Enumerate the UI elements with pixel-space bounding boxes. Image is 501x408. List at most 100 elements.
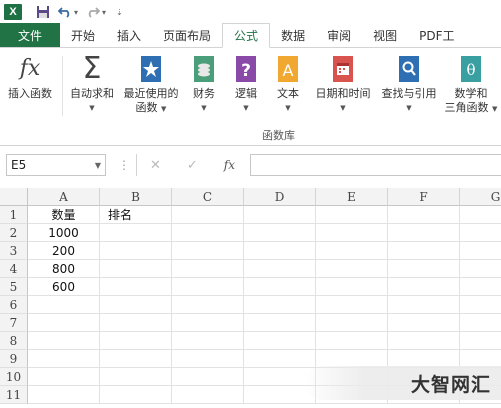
row-header-2[interactable]: 2 [0,224,28,242]
cell-d4[interactable] [244,260,316,278]
recently-used-button[interactable]: 最近使用的 函数 ▼ [120,54,182,116]
select-all-corner[interactable] [0,188,28,206]
lookup-reference-dropdown-icon[interactable]: ▼ [406,101,411,115]
cell-f7[interactable] [388,314,460,332]
cell-c6[interactable] [172,296,244,314]
cell-a5[interactable]: 600 [28,278,100,296]
text-button[interactable]: A 文本 ▼ [270,54,306,115]
cell-a4[interactable]: 800 [28,260,100,278]
cell-b10[interactable] [100,368,172,386]
cancel-icon[interactable]: ✕ [150,158,161,173]
save-button[interactable] [36,5,50,19]
cell-b6[interactable] [100,296,172,314]
cell-b3[interactable] [100,242,172,260]
column-header-b[interactable]: B [100,188,172,206]
name-box[interactable]: E5 ▼ [6,154,106,176]
tab-formulas[interactable]: 公式 [222,23,271,48]
cell-g3[interactable] [460,242,501,260]
cell-c8[interactable] [172,332,244,350]
cell-b1[interactable]: 排名 [100,206,172,224]
row-header-3[interactable]: 3 [0,242,28,260]
cell-e7[interactable] [316,314,388,332]
enter-icon[interactable]: ✓ [187,158,198,173]
tab-file[interactable]: 文件 [0,23,60,47]
cell-d1[interactable] [244,206,316,224]
cell-c4[interactable] [172,260,244,278]
column-header-a[interactable]: A [28,188,100,206]
tab-insert[interactable]: 插入 [106,23,152,47]
column-header-d[interactable]: D [244,188,316,206]
row-header-1[interactable]: 1 [0,206,28,224]
cell-c7[interactable] [172,314,244,332]
tab-review[interactable]: 审阅 [316,23,362,47]
cell-b5[interactable] [100,278,172,296]
cell-b7[interactable] [100,314,172,332]
redo-dropdown-icon[interactable]: ▾ [102,8,106,17]
cell-d6[interactable] [244,296,316,314]
cell-c2[interactable] [172,224,244,242]
cell-b11[interactable] [100,386,172,404]
cell-e2[interactable] [316,224,388,242]
cell-b8[interactable] [100,332,172,350]
cell-e4[interactable] [316,260,388,278]
cell-f3[interactable] [388,242,460,260]
cell-b9[interactable] [100,350,172,368]
row-header-6[interactable]: 6 [0,296,28,314]
autosum-dropdown-icon[interactable]: ▼ [89,101,94,115]
formula-input[interactable] [250,154,501,176]
cell-c3[interactable] [172,242,244,260]
cell-g6[interactable] [460,296,501,314]
tab-view[interactable]: 视图 [362,23,408,47]
cell-c11[interactable] [172,386,244,404]
cell-g7[interactable] [460,314,501,332]
date-time-button[interactable]: 日期和时间 ▼ [310,54,376,115]
cell-f4[interactable] [388,260,460,278]
undo-dropdown-icon[interactable]: ▾ [74,8,78,17]
tab-page-layout[interactable]: 页面布局 [152,23,222,47]
cell-f2[interactable] [388,224,460,242]
cell-a6[interactable] [28,296,100,314]
row-header-7[interactable]: 7 [0,314,28,332]
cell-g2[interactable] [460,224,501,242]
customize-qat-button[interactable]: ⇣ [114,8,123,17]
tab-home[interactable]: 开始 [60,23,106,47]
row-header-8[interactable]: 8 [0,332,28,350]
cell-g5[interactable] [460,278,501,296]
row-header-10[interactable]: 10 [0,368,28,386]
column-header-f[interactable]: F [388,188,460,206]
insert-function-icon[interactable]: fx [224,158,235,172]
cell-e1[interactable] [316,206,388,224]
cell-f5[interactable] [388,278,460,296]
formula-bar-resize-handle[interactable]: ⋮ [118,158,130,172]
cell-f1[interactable] [388,206,460,224]
cell-g1[interactable] [460,206,501,224]
name-box-dropdown-icon[interactable]: ▼ [95,161,101,170]
row-header-4[interactable]: 4 [0,260,28,278]
column-header-g[interactable]: G [460,188,501,206]
undo-button[interactable]: ▾ [58,6,78,18]
cell-c9[interactable] [172,350,244,368]
cell-e8[interactable] [316,332,388,350]
lookup-reference-button[interactable]: 查找与引用 ▼ [376,54,442,115]
row-header-11[interactable]: 11 [0,386,28,404]
cell-b4[interactable] [100,260,172,278]
cell-c5[interactable] [172,278,244,296]
cell-d7[interactable] [244,314,316,332]
cell-g8[interactable] [460,332,501,350]
cell-b2[interactable] [100,224,172,242]
row-header-5[interactable]: 5 [0,278,28,296]
cell-g4[interactable] [460,260,501,278]
column-header-e[interactable]: E [316,188,388,206]
cell-f8[interactable] [388,332,460,350]
column-header-c[interactable]: C [172,188,244,206]
insert-function-button[interactable]: fx 插入函数 [4,54,56,101]
math-trig-button[interactable]: θ 数学和 三角函数 ▼ [444,54,498,116]
cell-a8[interactable] [28,332,100,350]
financial-dropdown-icon[interactable]: ▼ [201,101,206,115]
tab-data[interactable]: 数据 [270,23,316,47]
cell-a10[interactable] [28,368,100,386]
cell-a2[interactable]: 1000 [28,224,100,242]
cell-d2[interactable] [244,224,316,242]
cell-a3[interactable]: 200 [28,242,100,260]
cell-f6[interactable] [388,296,460,314]
